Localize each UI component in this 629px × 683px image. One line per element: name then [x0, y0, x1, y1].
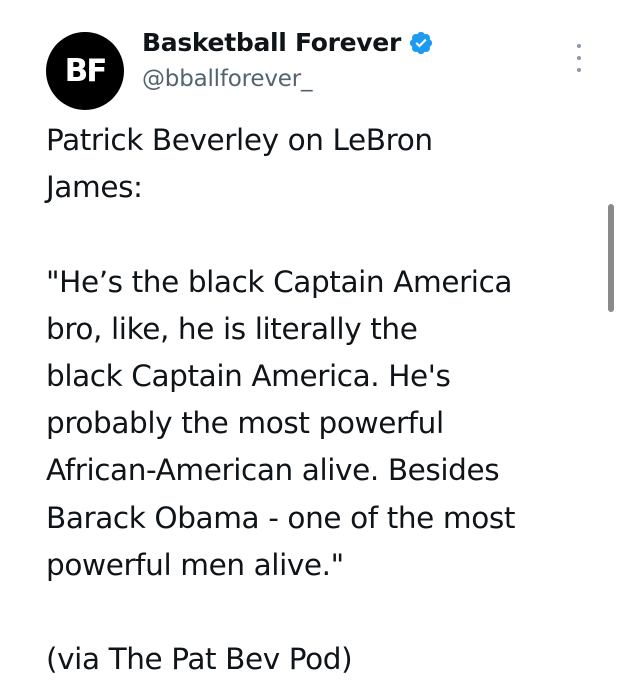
avatar-logo-text: BF [64, 53, 108, 89]
paragraph-break [46, 211, 606, 258]
tweet-line: (via The Pat Bev Pod) [46, 642, 353, 677]
more-options-icon[interactable] [569, 44, 589, 72]
tweet-line: James: [46, 170, 143, 205]
tweet-line: "He’s the black Captain America [46, 264, 513, 299]
tweet-line: Barack Obama - one of the most [46, 500, 516, 535]
verified-badge-icon [408, 30, 434, 56]
tweet: BF Basketball Forever @bballforever_ Pat… [0, 0, 629, 677]
avatar[interactable]: BF [46, 32, 124, 110]
paragraph-break [46, 589, 606, 636]
author-header: Basketball Forever [142, 28, 434, 57]
account-handle[interactable]: @bballforever_ [142, 66, 312, 92]
tweet-line: African-American alive. Besides [46, 453, 500, 488]
tweet-text: Patrick Beverley on LeBron James: "He’s … [46, 117, 606, 683]
tweet-line: Patrick Beverley on LeBron [46, 123, 433, 157]
tweet-line: probably the most powerful [46, 406, 444, 441]
scrollbar[interactable] [608, 204, 614, 312]
tweet-line: black Captain America. He's [46, 359, 451, 393]
display-name[interactable]: Basketball Forever [142, 28, 401, 57]
tweet-line: powerful men alive." [46, 547, 344, 582]
tweet-line: bro, like, he is literally the [46, 311, 418, 346]
